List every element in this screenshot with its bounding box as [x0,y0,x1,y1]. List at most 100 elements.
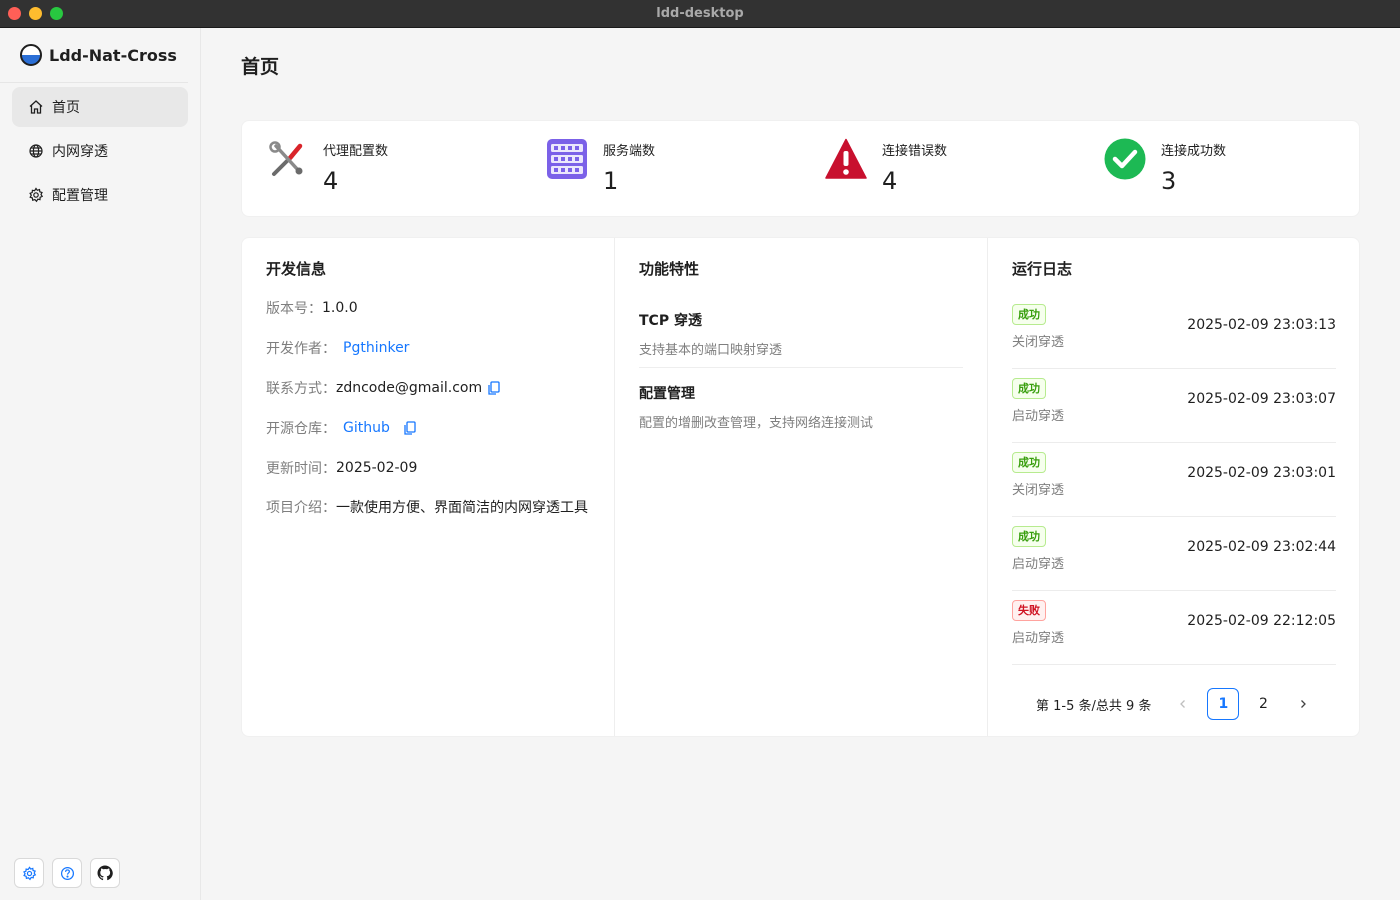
zoom-window-button[interactable] [50,7,63,20]
log-action: 关闭穿透 [1012,335,1065,350]
author-key: 开发作者： [266,341,336,357]
copy-icon[interactable] [488,381,500,395]
intro-value: 一款使用方便、界面简洁的内网穿透工具 [336,500,588,516]
contact-row: 联系方式： zdncode@gmail.com [266,378,500,398]
info-cards: 开发信息 版本号： 1.0.0 开发作者： Pgthinker 联系方式： zd… [241,237,1360,737]
chevron-right-icon [1301,700,1307,708]
settings-icon [22,865,36,880]
log-time: 2025-02-09 23:03:13 [1187,317,1336,333]
pagination-total: 第 1-5 条/总共 9 条 [1036,698,1152,714]
sidebar-item-label: 内网穿透 [52,144,108,160]
logo-icon [20,44,42,66]
pagination: 第 1-5 条/总共 9 条 1 2 [1012,688,1336,720]
logs-card: 运行日志 成功 关闭穿透 2025-02-09 23:03:13 成功 启动穿透… [988,238,1359,736]
repo-link[interactable]: Github [343,420,390,436]
status-badge: 成功 [1012,304,1046,325]
server-icon [547,139,587,179]
card-title: 运行日志 [1012,260,1073,278]
intro-key: 项目介绍： [266,500,336,516]
app-name: Ldd-Nat-Cross [49,45,177,65]
page-title: 首页 [241,56,280,78]
log-action: 关闭穿透 [1012,483,1065,498]
next-page-button[interactable] [1287,688,1319,720]
log-item: 成功 启动穿透 2025-02-09 23:02:44 [1012,517,1336,591]
repo-row: 开源仓库： Github [266,418,416,438]
log-item: 成功 关闭穿透 2025-02-09 23:03:13 [1012,295,1336,369]
contact-key: 联系方式： [266,381,336,397]
dev-info-card: 开发信息 版本号： 1.0.0 开发作者： Pgthinker 联系方式： zd… [242,238,615,736]
log-time: 2025-02-09 22:12:05 [1187,613,1336,629]
gear-icon [29,187,44,203]
contact-value: zdncode@gmail.com [336,380,483,396]
status-badge: 成功 [1012,378,1046,399]
tools-icon [269,141,303,176]
feature-item: 配置管理 配置的增删改查管理，支持网络连接测试 [639,383,963,431]
author-link[interactable]: Pgthinker [343,340,409,356]
main-content: 首页 代理配置数 4 服务端数 1 连接错误数 4 连接成功数 3 开发信息 版… [201,28,1400,900]
updated-value: 2025-02-09 [336,460,418,476]
sidebar-item-home[interactable]: 首页 [12,87,188,127]
log-time: 2025-02-09 23:02:44 [1187,539,1336,555]
log-action: 启动穿透 [1012,557,1065,572]
home-icon [29,100,43,114]
card-title: 开发信息 [266,260,327,278]
sidebar-menu: 首页 内网穿透 配置管理 [0,83,200,223]
settings-button[interactable] [14,858,44,888]
app-logo: Ldd-Nat-Cross [0,28,188,83]
app-window: ldd-desktop Ldd-Nat-Cross 首页 内网穿透 配置管理 首… [0,0,1400,900]
github-button[interactable] [90,858,120,888]
log-action: 启动穿透 [1012,631,1065,646]
log-item: 成功 启动穿透 2025-02-09 23:03:07 [1012,369,1336,443]
log-time: 2025-02-09 23:03:07 [1187,391,1336,407]
repo-key: 开源仓库： [266,421,336,437]
sidebar-footer [14,858,120,888]
sidebar: Ldd-Nat-Cross 首页 内网穿透 配置管理 [0,28,201,900]
stat-label: 服务端数 [603,144,656,159]
updated-key: 更新时间： [266,461,336,477]
status-badge: 成功 [1012,526,1046,547]
feature-title: 配置管理 [639,386,695,402]
stat-value: 4 [882,167,898,195]
status-badge: 失败 [1012,600,1046,621]
close-window-button[interactable] [8,7,21,20]
log-item: 失败 启动穿透 2025-02-09 22:12:05 [1012,591,1336,665]
stat-value: 1 [603,167,619,195]
page-button-1[interactable]: 1 [1207,688,1240,720]
intro-row: 项目介绍： 一款使用方便、界面简洁的内网穿透工具 [266,497,588,517]
sidebar-item-config[interactable]: 配置管理 [12,175,188,215]
features-card: 功能特性 TCP 穿透 支持基本的端口映射穿透 配置管理 配置的增删改查管理，支… [615,238,988,736]
sidebar-item-nat[interactable]: 内网穿透 [12,131,188,171]
divider [639,367,963,368]
log-time: 2025-02-09 23:03:01 [1187,465,1336,481]
page-button-2[interactable]: 2 [1247,688,1279,720]
help-icon [60,866,74,880]
prev-page-button[interactable] [1167,688,1199,720]
minimize-window-button[interactable] [29,7,42,20]
log-action: 启动穿透 [1012,409,1065,424]
globe-icon [29,144,43,158]
feature-title: TCP 穿透 [639,313,702,329]
feature-desc: 配置的增删改查管理，支持网络连接测试 [639,416,874,431]
title-bar: ldd-desktop [0,0,1400,28]
card-title: 功能特性 [639,260,700,278]
sidebar-item-label: 首页 [52,100,80,116]
warning-icon [825,138,867,179]
updated-row: 更新时间： 2025-02-09 [266,458,417,478]
stat-value: 4 [323,167,339,195]
sidebar-item-label: 配置管理 [52,188,108,204]
feature-item: TCP 穿透 支持基本的端口映射穿透 [639,310,963,358]
feature-desc: 支持基本的端口映射穿透 [639,343,783,358]
status-badge: 成功 [1012,452,1046,473]
check-icon [1104,138,1146,180]
copy-icon[interactable] [404,421,416,435]
stat-label: 代理配置数 [323,144,389,159]
help-button[interactable] [52,858,82,888]
stats-panel: 代理配置数 4 服务端数 1 连接错误数 4 连接成功数 3 [241,120,1360,217]
window-title: ldd-desktop [656,6,744,21]
stat-value: 3 [1161,167,1177,195]
author-row: 开发作者： Pgthinker [266,338,409,358]
version-value: 1.0.0 [322,300,358,316]
log-item: 成功 关闭穿透 2025-02-09 23:03:01 [1012,443,1336,517]
version-row: 版本号： 1.0.0 [266,298,358,318]
chevron-left-icon [1180,700,1186,708]
